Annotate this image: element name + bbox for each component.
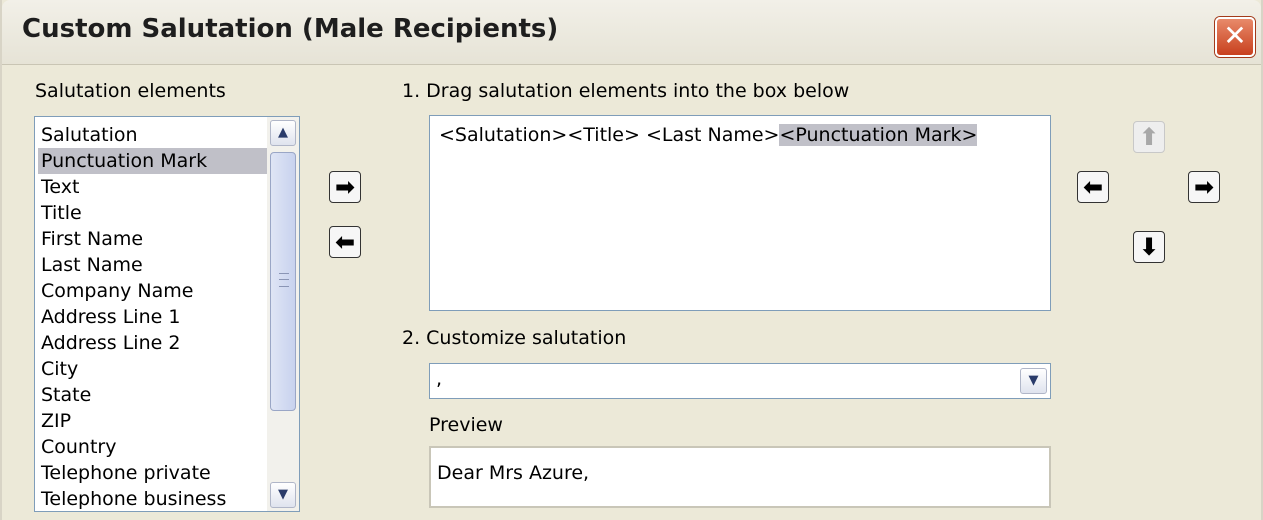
list-item[interactable]: Last Name (41, 252, 143, 278)
move-down-button[interactable]: ⬇ (1133, 231, 1165, 263)
list-item[interactable]: First Name (41, 226, 143, 252)
list-item[interactable]: State (41, 382, 91, 408)
list-scrollbar[interactable]: ▲ ▼ (267, 117, 299, 511)
salutation-text-selected[interactable]: <Punctuation Mark> (779, 124, 978, 146)
list-item[interactable]: Company Name (41, 278, 193, 304)
step1-label: 1. Drag salutation elements into the box… (402, 80, 850, 102)
list-item[interactable]: Address Line 2 (41, 330, 180, 356)
scroll-down-button[interactable]: ▼ (270, 482, 296, 508)
list-item[interactable]: Text (41, 174, 79, 200)
title-bar[interactable]: Custom Salutation (Male Recipients) ✕ (2, 0, 1261, 65)
move-right-button[interactable]: ➡ (1188, 171, 1220, 203)
add-element-button[interactable]: ➡ (329, 171, 361, 203)
list-item[interactable]: Address Line 1 (41, 304, 180, 330)
list-item[interactable]: City (41, 356, 78, 382)
salutation-text-plain: <Salutation><Title> <Last Name> (439, 124, 780, 146)
preview-text: Dear Mrs Azure, (437, 462, 590, 484)
dialog-title: Custom Salutation (Male Recipients) (22, 14, 559, 44)
scroll-up-button[interactable]: ▲ (270, 120, 296, 146)
list-item[interactable]: Salutation (41, 122, 138, 148)
list-item[interactable]: Punctuation Mark (38, 148, 269, 174)
combo-value: , (436, 368, 443, 390)
list-item[interactable]: Telephone private (41, 460, 211, 486)
salutation-text: <Salutation><Title> <Last Name><Punctuat… (439, 124, 978, 146)
preview-label: Preview (429, 414, 503, 436)
list-item[interactable]: Country (41, 434, 116, 460)
preview-box: Dear Mrs Azure, (429, 446, 1051, 508)
grip-icon (279, 273, 289, 287)
salutation-drop-box[interactable]: <Salutation><Title> <Last Name><Punctuat… (429, 115, 1051, 311)
scroll-thumb[interactable] (270, 152, 296, 411)
remove-element-button[interactable]: ⬅ (329, 226, 361, 258)
list-item[interactable]: Title (41, 200, 82, 226)
step2-label: 2. Customize salutation (402, 327, 627, 349)
salutation-elements-label: Salutation elements (35, 80, 226, 102)
move-up-button[interactable]: ⬆ (1133, 121, 1165, 153)
chevron-down-icon[interactable]: ▼ (1020, 368, 1047, 394)
list-item[interactable]: Telephone business (41, 486, 226, 511)
close-button[interactable]: ✕ (1215, 17, 1255, 57)
custom-salutation-dialog: Custom Salutation (Male Recipients) ✕ Sa… (0, 0, 1263, 520)
move-left-button[interactable]: ⬅ (1077, 171, 1109, 203)
list-item[interactable]: ZIP (41, 408, 71, 434)
salutation-elements-list[interactable]: Salutation Punctuation Mark Text Title First… (34, 116, 300, 512)
customize-salutation-combo[interactable]: , ▼ (429, 363, 1051, 399)
